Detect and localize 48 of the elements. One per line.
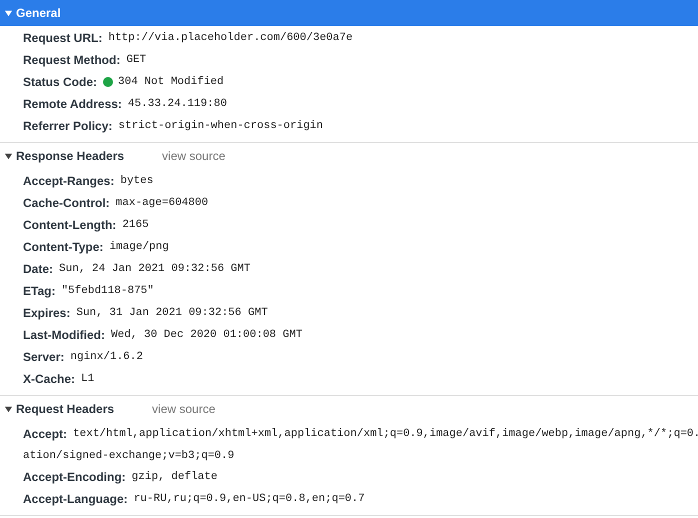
section-title: Response Headers [16, 149, 124, 163]
triangle-icon [4, 404, 13, 414]
header-value: ation/signed-exchange;v=b3;q=0.9 [23, 450, 234, 462]
header-value: strict-origin-when-cross-origin [118, 120, 324, 132]
header-value: Sun, 24 Jan 2021 09:32:56 GMT [59, 263, 250, 275]
header-value: Sun, 31 Jan 2021 09:32:56 GMT [76, 307, 268, 319]
header-name: Remote Address: [23, 97, 122, 111]
header-value: "5febd118-875" [61, 285, 154, 297]
header-value: 2165 [122, 219, 149, 231]
header-name: X-Cache: [23, 372, 76, 386]
view-source-link[interactable]: view source [162, 149, 226, 163]
section-title: Request Headers [16, 402, 114, 416]
header-value: text/html,application/xhtml+xml,application/xml;q=0.9,image/avif,image/webp,image/apng,*/*;q=0. [73, 428, 698, 440]
triangle-icon [4, 8, 13, 18]
triangle-icon [4, 152, 13, 160]
header-value: GET [126, 54, 146, 66]
section-header[interactable]: Response Headers view source [0, 143, 698, 169]
header-name: Accept: [23, 427, 68, 441]
header-name: Cache-Control: [23, 196, 110, 210]
header-value: http://via.placeholder.com/600/3e0a7e [108, 32, 353, 44]
header-name: Request URL: [23, 31, 102, 45]
header-name: Status Code: [23, 75, 98, 89]
header-value: L1 [81, 373, 94, 385]
header-name: Request Method: [23, 53, 120, 67]
header-name: Expires: [23, 306, 70, 320]
header-name: Content-Type: [23, 240, 104, 254]
section-header[interactable]: Request Headers view source [0, 396, 698, 422]
header-name: ETag: [23, 284, 56, 298]
section-title: General [16, 6, 61, 20]
header-name: Accept-Ranges: [23, 174, 114, 188]
header-value: 45.33.24.119:80 [128, 98, 227, 110]
header-value: image/png [109, 241, 169, 253]
header-name: Last-Modified: [23, 328, 105, 342]
header-value: nginx/1.6.2 [70, 351, 143, 363]
header-name: Date: [23, 262, 54, 276]
header-value: bytes [120, 175, 154, 187]
section-header[interactable]: General [0, 0, 698, 26]
header-name: Accept-Language: [23, 492, 128, 506]
view-source-link[interactable]: view source [152, 402, 216, 416]
header-value: 304 Not Modified [118, 76, 224, 88]
header-name: Content-Length: [23, 218, 116, 232]
header-name: Server: [23, 350, 64, 364]
header-value: max-age=604800 [116, 197, 208, 209]
header-value: Wed, 30 Dec 2020 01:00:08 GMT [111, 329, 302, 341]
header-value: gzip, deflate [132, 471, 218, 483]
header-name: Referrer Policy: [23, 119, 112, 133]
header-value: ru-RU,ru;q=0.9,en-US;q=0.8,en;q=0.7 [134, 493, 365, 505]
header-name: Accept-Encoding: [23, 470, 126, 484]
